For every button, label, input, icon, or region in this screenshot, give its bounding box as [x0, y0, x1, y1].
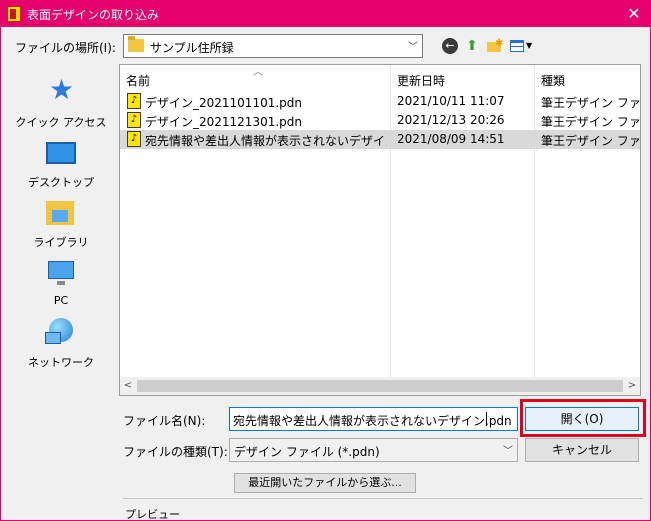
- file-date: 2021/12/13 20:26: [397, 113, 505, 127]
- place-network[interactable]: ネットワーク: [11, 314, 111, 372]
- window-title: 表面デザインの取り込み: [27, 8, 160, 22]
- file-list: ︿ 名前 更新日時 種類 ♪ デザイン_2021101101.pdn 2021/…: [119, 64, 641, 396]
- location-combo[interactable]: サンプル住所録 ﹀: [123, 34, 423, 58]
- file-type: 筆王デザイン ファイル: [541, 134, 640, 148]
- column-header: ︿ 名前 更新日時 種類: [120, 65, 640, 91]
- star-icon: ★: [49, 73, 75, 106]
- preview-label: プレビュー: [125, 508, 180, 521]
- recent-files-button[interactable]: 最近開いたファイルから選ぶ...: [234, 473, 416, 493]
- file-name: 宛先情報や差出人情報が表示されないデザイン ...: [145, 134, 387, 148]
- place-label: デスクトップ: [28, 176, 94, 189]
- place-label: PC: [53, 294, 69, 307]
- filename-input[interactable]: 宛先情報や差出人情報が表示されないデザイン.pdn: [229, 407, 518, 431]
- library-icon: [46, 201, 74, 225]
- pdn-file-icon: ♪: [127, 131, 141, 147]
- place-label: ライブラリ: [33, 236, 89, 249]
- filename-label: ファイル名(N):: [123, 414, 206, 428]
- location-label: ファイルの場所(I):: [15, 41, 116, 55]
- file-date: 2021/08/09 14:51: [397, 132, 505, 146]
- column-date[interactable]: 更新日時: [397, 72, 445, 89]
- app-icon: [7, 6, 21, 22]
- place-label: ネットワーク: [28, 356, 94, 369]
- pdn-file-icon: ♪: [127, 93, 141, 109]
- cancel-button[interactable]: キャンセル: [525, 438, 639, 462]
- table-row[interactable]: ♪ デザイン_2021121301.pdn 2021/12/13 20:26 筆…: [120, 111, 640, 130]
- chevron-right-icon[interactable]: >: [624, 379, 640, 393]
- filetype-value: デザイン ファイル (*.pdn): [234, 445, 380, 459]
- open-button[interactable]: 開く(O): [525, 407, 639, 431]
- place-library[interactable]: ライブラリ: [11, 194, 111, 252]
- back-arrow-icon[interactable]: ←: [442, 38, 458, 54]
- chevron-down-icon[interactable]: ﹀: [503, 442, 513, 457]
- view-menu-icon[interactable]: ▼: [509, 37, 535, 55]
- desktop-icon: [46, 142, 76, 164]
- chevron-left-icon[interactable]: <: [120, 379, 136, 393]
- text-caret: [486, 412, 487, 426]
- pc-icon: [48, 261, 74, 285]
- new-folder-icon[interactable]: ✱: [485, 37, 503, 55]
- network-icon: [45, 318, 73, 344]
- file-name: デザイン_2021121301.pdn: [145, 115, 303, 129]
- column-type[interactable]: 種類: [541, 72, 565, 89]
- file-type: 筆王デザイン ファイル: [541, 96, 640, 110]
- place-label: クイック アクセス: [15, 116, 107, 129]
- place-quick-access[interactable]: ★ クイック アクセス: [11, 74, 111, 132]
- filetype-label: ファイルの種類(T):: [123, 445, 228, 459]
- table-row-selected[interactable]: ♪ 宛先情報や差出人情報が表示されないデザイン ... 2021/08/09 1…: [120, 130, 640, 149]
- location-value: サンプル住所録: [150, 41, 234, 55]
- place-desktop[interactable]: デスクトップ: [11, 134, 111, 192]
- sort-ascending-icon: ︿: [253, 67, 263, 78]
- scroll-thumb[interactable]: [137, 380, 623, 392]
- title-bar: 表面デザインの取り込み ✕: [1, 1, 650, 27]
- file-name: デザイン_2021101101.pdn: [145, 96, 303, 110]
- folder-icon: [128, 36, 144, 52]
- file-date: 2021/10/11 11:07: [397, 94, 505, 108]
- file-type: 筆王デザイン ファイル: [541, 115, 640, 129]
- places-bar: ★ クイック アクセス デスクトップ ライブラリ PC ネットワーク: [11, 64, 113, 489]
- filename-value: 宛先情報や差出人情報が表示されないデザイン.pdn: [233, 414, 512, 428]
- chevron-down-icon[interactable]: ﹀: [408, 38, 418, 53]
- up-folder-icon[interactable]: ⬆: [463, 37, 481, 55]
- close-button[interactable]: ✕: [618, 1, 650, 27]
- horizontal-scrollbar[interactable]: < >: [120, 377, 640, 395]
- divider: [123, 498, 643, 499]
- open-file-dialog: 表面デザインの取り込み ✕ ファイルの場所(I): サンプル住所録 ﹀ ← ⬆ …: [0, 0, 651, 521]
- filetype-combo[interactable]: デザイン ファイル (*.pdn) ﹀: [229, 438, 518, 462]
- column-name[interactable]: 名前: [126, 72, 150, 89]
- table-row[interactable]: ♪ デザイン_2021101101.pdn 2021/10/11 11:07 筆…: [120, 92, 640, 111]
- pdn-file-icon: ♪: [127, 112, 141, 128]
- place-pc[interactable]: PC: [11, 254, 111, 312]
